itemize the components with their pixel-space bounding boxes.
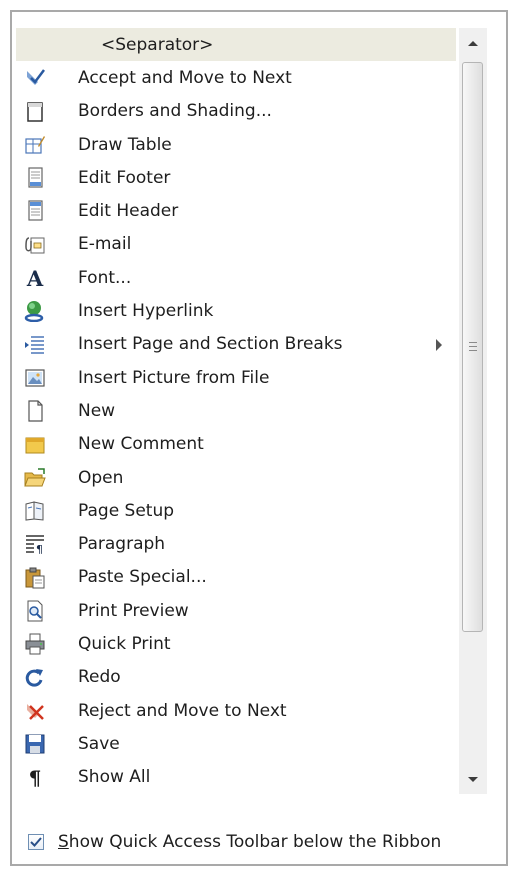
chevron-down-icon <box>468 777 478 782</box>
list-item-label: New <box>78 400 116 421</box>
show-below-ribbon-label[interactable]: Show Quick Access Toolbar below the Ribb… <box>58 832 441 852</box>
command-list[interactable]: <Separator> Accept and Move to Next Bord… <box>16 28 456 794</box>
list-item-label: Paste Special... <box>78 567 207 588</box>
printer-icon <box>24 633 46 655</box>
list-item-new-comment[interactable]: New Comment <box>16 428 456 461</box>
list-item-accept-and-move-to-next[interactable]: Accept and Move to Next <box>16 61 456 94</box>
scroll-up-button[interactable] <box>459 28 487 58</box>
accept-icon <box>24 67 46 89</box>
page-setup-icon <box>24 500 46 522</box>
list-item-page-setup[interactable]: Page Setup <box>16 494 456 527</box>
chevron-up-icon <box>468 41 478 46</box>
list-item-borders-and-shading[interactable]: Borders and Shading... <box>16 95 456 128</box>
list-item-separator[interactable]: <Separator> <box>16 28 456 62</box>
pilcrow-icon: ¶ <box>28 765 42 790</box>
list-item-label: Open <box>78 467 124 488</box>
font-icon: A <box>26 265 44 291</box>
list-item-label: Borders and Shading... <box>78 101 272 122</box>
list-item-save[interactable]: Save <box>16 727 456 760</box>
checkmark-icon <box>30 837 42 847</box>
list-item-label: Reject and Move to Next <box>78 700 287 721</box>
grip-line <box>469 346 477 347</box>
scroll-thumb[interactable] <box>462 62 483 632</box>
scroll-down-button[interactable] <box>459 764 487 794</box>
list-item-print-preview[interactable]: Print Preview <box>16 594 456 627</box>
list-item-label: New Comment <box>78 434 204 455</box>
list-item-label: Insert Picture from File <box>78 367 270 388</box>
borders-icon <box>24 101 46 123</box>
list-item-label: Edit Footer <box>78 167 171 188</box>
picture-icon <box>24 367 46 389</box>
list-item-label: Font... <box>78 267 132 288</box>
list-item-edit-footer[interactable]: Edit Footer <box>16 161 456 194</box>
list-item-paste-special[interactable]: Paste Special... <box>16 561 456 594</box>
reject-icon <box>24 700 46 722</box>
list-item-label: Show All <box>78 767 151 788</box>
paragraph-icon: ¶ <box>24 533 46 555</box>
list-item-paragraph[interactable]: ¶ Paragraph <box>16 527 456 560</box>
list-item-reject-and-move-to-next[interactable]: Reject and Move to Next <box>16 694 456 727</box>
list-item-email[interactable]: E-mail <box>16 228 456 261</box>
list-item-show-all[interactable]: ¶ Show All <box>16 761 456 794</box>
list-item-label: Insert Hyperlink <box>78 301 214 322</box>
list-item-new[interactable]: New <box>16 394 456 427</box>
save-icon <box>24 733 46 755</box>
list-item-label: Redo <box>78 667 121 688</box>
paste-icon <box>24 567 46 589</box>
list-item-label: Edit Header <box>78 201 179 222</box>
print-preview-icon <box>24 600 46 622</box>
submenu-arrow-icon <box>436 338 442 351</box>
list-item-label: Save <box>78 733 120 754</box>
list-item-quick-print[interactable]: Quick Print <box>16 627 456 660</box>
show-below-ribbon-checkbox[interactable] <box>28 834 44 850</box>
grip-line <box>469 342 477 343</box>
list-item-insert-picture-from-file[interactable]: Insert Picture from File <box>16 361 456 394</box>
svg-text:¶: ¶ <box>36 543 43 555</box>
email-icon <box>24 234 46 256</box>
open-folder-icon <box>24 467 46 489</box>
list-item-font[interactable]: A Font... <box>16 261 456 294</box>
list-item-insert-hyperlink[interactable]: Insert Hyperlink <box>16 294 456 327</box>
show-below-ribbon-option[interactable]: Show Quick Access Toolbar below the Ribb… <box>28 828 508 856</box>
grip-line <box>469 350 477 351</box>
list-item-edit-header[interactable]: Edit Header <box>16 194 456 227</box>
footer-icon <box>24 167 46 189</box>
list-scrollbar[interactable] <box>459 28 487 794</box>
list-item-open[interactable]: Open <box>16 461 456 494</box>
list-item-label: Insert Page and Section Breaks <box>78 334 343 355</box>
list-item-label: E-mail <box>78 234 132 255</box>
list-item-label: Print Preview <box>78 600 189 621</box>
list-item-draw-table[interactable]: Draw Table <box>16 128 456 161</box>
scroll-track[interactable] <box>459 58 487 764</box>
page-breaks-icon <box>24 334 46 356</box>
hyperlink-icon <box>24 300 46 323</box>
draw-table-icon <box>24 134 46 156</box>
new-icon <box>24 400 46 422</box>
list-item-label: Accept and Move to Next <box>78 67 292 88</box>
redo-icon <box>24 667 46 689</box>
list-item-insert-page-and-section-breaks[interactable]: Insert Page and Section Breaks <box>16 328 456 361</box>
label-rest: how Quick Access Toolbar below the Ribbo… <box>68 832 442 852</box>
header-icon <box>24 200 46 222</box>
list-item-label: <Separator> <box>101 34 214 55</box>
comment-icon <box>24 434 46 456</box>
list-item-redo[interactable]: Redo <box>16 661 456 694</box>
list-item-label: Paragraph <box>78 534 166 555</box>
access-key-letter: S <box>58 832 69 852</box>
list-item-label: Draw Table <box>78 134 172 155</box>
list-item-label: Quick Print <box>78 633 171 654</box>
list-item-label: Page Setup <box>78 500 175 521</box>
